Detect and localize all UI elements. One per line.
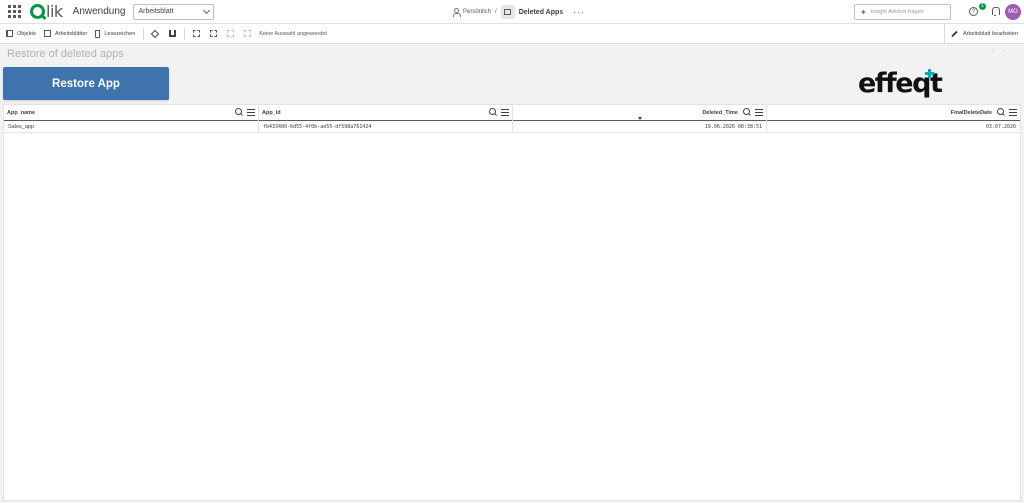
search-icon[interactable] <box>489 108 497 116</box>
person-icon <box>452 8 461 17</box>
avatar[interactable]: MO <box>1005 4 1021 20</box>
deleted-apps-table: App_name App_id Deleted_Time FinalDelete… <box>3 104 1021 501</box>
cell-final-delete-date[interactable]: 03.07.2026 <box>767 121 1020 133</box>
sheet-canvas: Restore of deleted apps ‹› Restore App e… <box>0 44 1024 503</box>
breadcrumb-space[interactable]: Persönlich <box>463 9 491 15</box>
column-header-label: App_id <box>262 110 281 116</box>
panel-icon <box>6 30 13 37</box>
column-header-app-name[interactable]: App_name <box>4 105 259 121</box>
column-header-app-id[interactable]: App_id <box>259 105 513 121</box>
selection-back-button[interactable] <box>207 28 219 40</box>
app-icon <box>500 5 515 19</box>
column-header-label: FinalDeleteDate <box>950 110 992 116</box>
insight-advisor-placeholder: Insight Advisor fragen <box>870 9 924 15</box>
selection-status: Keine Auswahl angewendet <box>259 30 327 37</box>
top-bar: lik Anwendung Arbeitsblatt Persönlich / … <box>0 0 1024 24</box>
smart-search-button[interactable] <box>190 28 202 40</box>
cell-app-name[interactable]: Sales_app <box>4 121 259 133</box>
bookmarks-label: Lesezeichen <box>104 30 136 37</box>
table-row[interactable]: Sales_app fb433480-6d55-4f0b-ae55-df598a… <box>4 121 1020 133</box>
sheets-button[interactable]: Arbeitsblätter <box>42 26 89 42</box>
previous-sheet-icon[interactable]: ‹ <box>992 48 1002 55</box>
step-forward-icon <box>226 30 234 37</box>
toolbar-divider <box>184 27 186 40</box>
qlik-logo[interactable]: lik <box>30 2 63 21</box>
sheets-label: Arbeitsblätter <box>54 30 88 37</box>
sheet-select-value: Arbeitsblatt <box>138 8 174 15</box>
next-sheet-icon[interactable]: › <box>1002 48 1012 55</box>
column-header-deleted-time[interactable]: Deleted_Time <box>513 105 767 121</box>
sparkle-icon: ✦ <box>860 7 867 17</box>
data-view-button[interactable] <box>166 28 178 40</box>
edit-sheet-label: Arbeitsblatt bearbeiten <box>963 31 1019 37</box>
search-icon[interactable] <box>997 108 1005 116</box>
sort-descending-icon <box>638 117 642 120</box>
objects-label: Objekte <box>17 30 36 37</box>
cell-app-id[interactable]: fb433480-6d55-4f0b-ae55-df598a761424 <box>259 121 513 133</box>
chevron-down-icon <box>203 6 211 14</box>
edit-sheet-button[interactable]: Arbeitsblatt bearbeiten <box>944 24 1024 44</box>
sheet-title: Restore of deleted apps <box>7 48 124 60</box>
search-selection-icon <box>192 30 200 37</box>
clear-selections-button[interactable] <box>241 28 253 40</box>
qlik-logo-text: lik <box>46 2 63 21</box>
restore-app-button[interactable]: Restore App <box>3 67 169 100</box>
breadcrumb-app-name[interactable]: Deleted Apps <box>519 9 563 16</box>
bookmark-icon <box>95 29 101 38</box>
qlik-logo-q <box>30 4 45 19</box>
menu-icon[interactable] <box>247 109 255 116</box>
clear-selections-icon <box>243 30 251 37</box>
sheets-icon <box>43 30 51 37</box>
apps-grid-icon[interactable] <box>5 3 23 21</box>
more-options-icon[interactable]: ··· <box>573 7 585 17</box>
column-header-label: App_name <box>7 110 36 116</box>
cell-deleted-time[interactable]: 19.06.2026 08:38:51 <box>513 121 767 133</box>
menu-icon[interactable] <box>755 109 763 116</box>
toolbar-divider <box>143 27 145 40</box>
bookmarks-button[interactable]: Lesezeichen <box>93 26 137 42</box>
table-header: App_name App_id Deleted_Time FinalDelete… <box>4 105 1020 121</box>
pencil-icon <box>951 30 958 38</box>
breadcrumb-separator: / <box>495 9 497 15</box>
help-icon[interactable]: ? <box>969 7 978 16</box>
insight-advisor-search[interactable]: ✦ Insight Advisor fragen <box>854 4 951 20</box>
breadcrumb: Persönlich / Deleted Apps ··· <box>452 4 585 20</box>
search-icon[interactable] <box>235 108 243 116</box>
insights-button[interactable] <box>149 28 161 40</box>
bell-icon[interactable] <box>991 7 1000 16</box>
sheet-select-dropdown[interactable]: Arbeitsblatt <box>133 3 215 20</box>
bars-icon <box>168 30 176 37</box>
column-header-label: Deleted_Time <box>702 110 738 116</box>
diamond-icon <box>151 29 160 38</box>
menu-icon[interactable] <box>1009 109 1017 116</box>
sheet-navigation: ‹› <box>992 48 1013 55</box>
toolbar: Objekte Arbeitsblätter Lesezeichen Keine… <box>0 24 1024 44</box>
help-badge: 1 <box>979 3 986 10</box>
step-back-icon <box>209 30 217 37</box>
mode-label: Anwendung <box>72 6 126 17</box>
selection-forward-button[interactable] <box>224 28 236 40</box>
menu-icon[interactable] <box>501 109 509 116</box>
search-icon[interactable] <box>743 108 751 116</box>
objects-button[interactable]: Objekte <box>4 26 38 42</box>
column-header-final-delete-date[interactable]: FinalDeleteDate <box>767 105 1020 121</box>
effeqt-plus-icon <box>925 69 934 78</box>
